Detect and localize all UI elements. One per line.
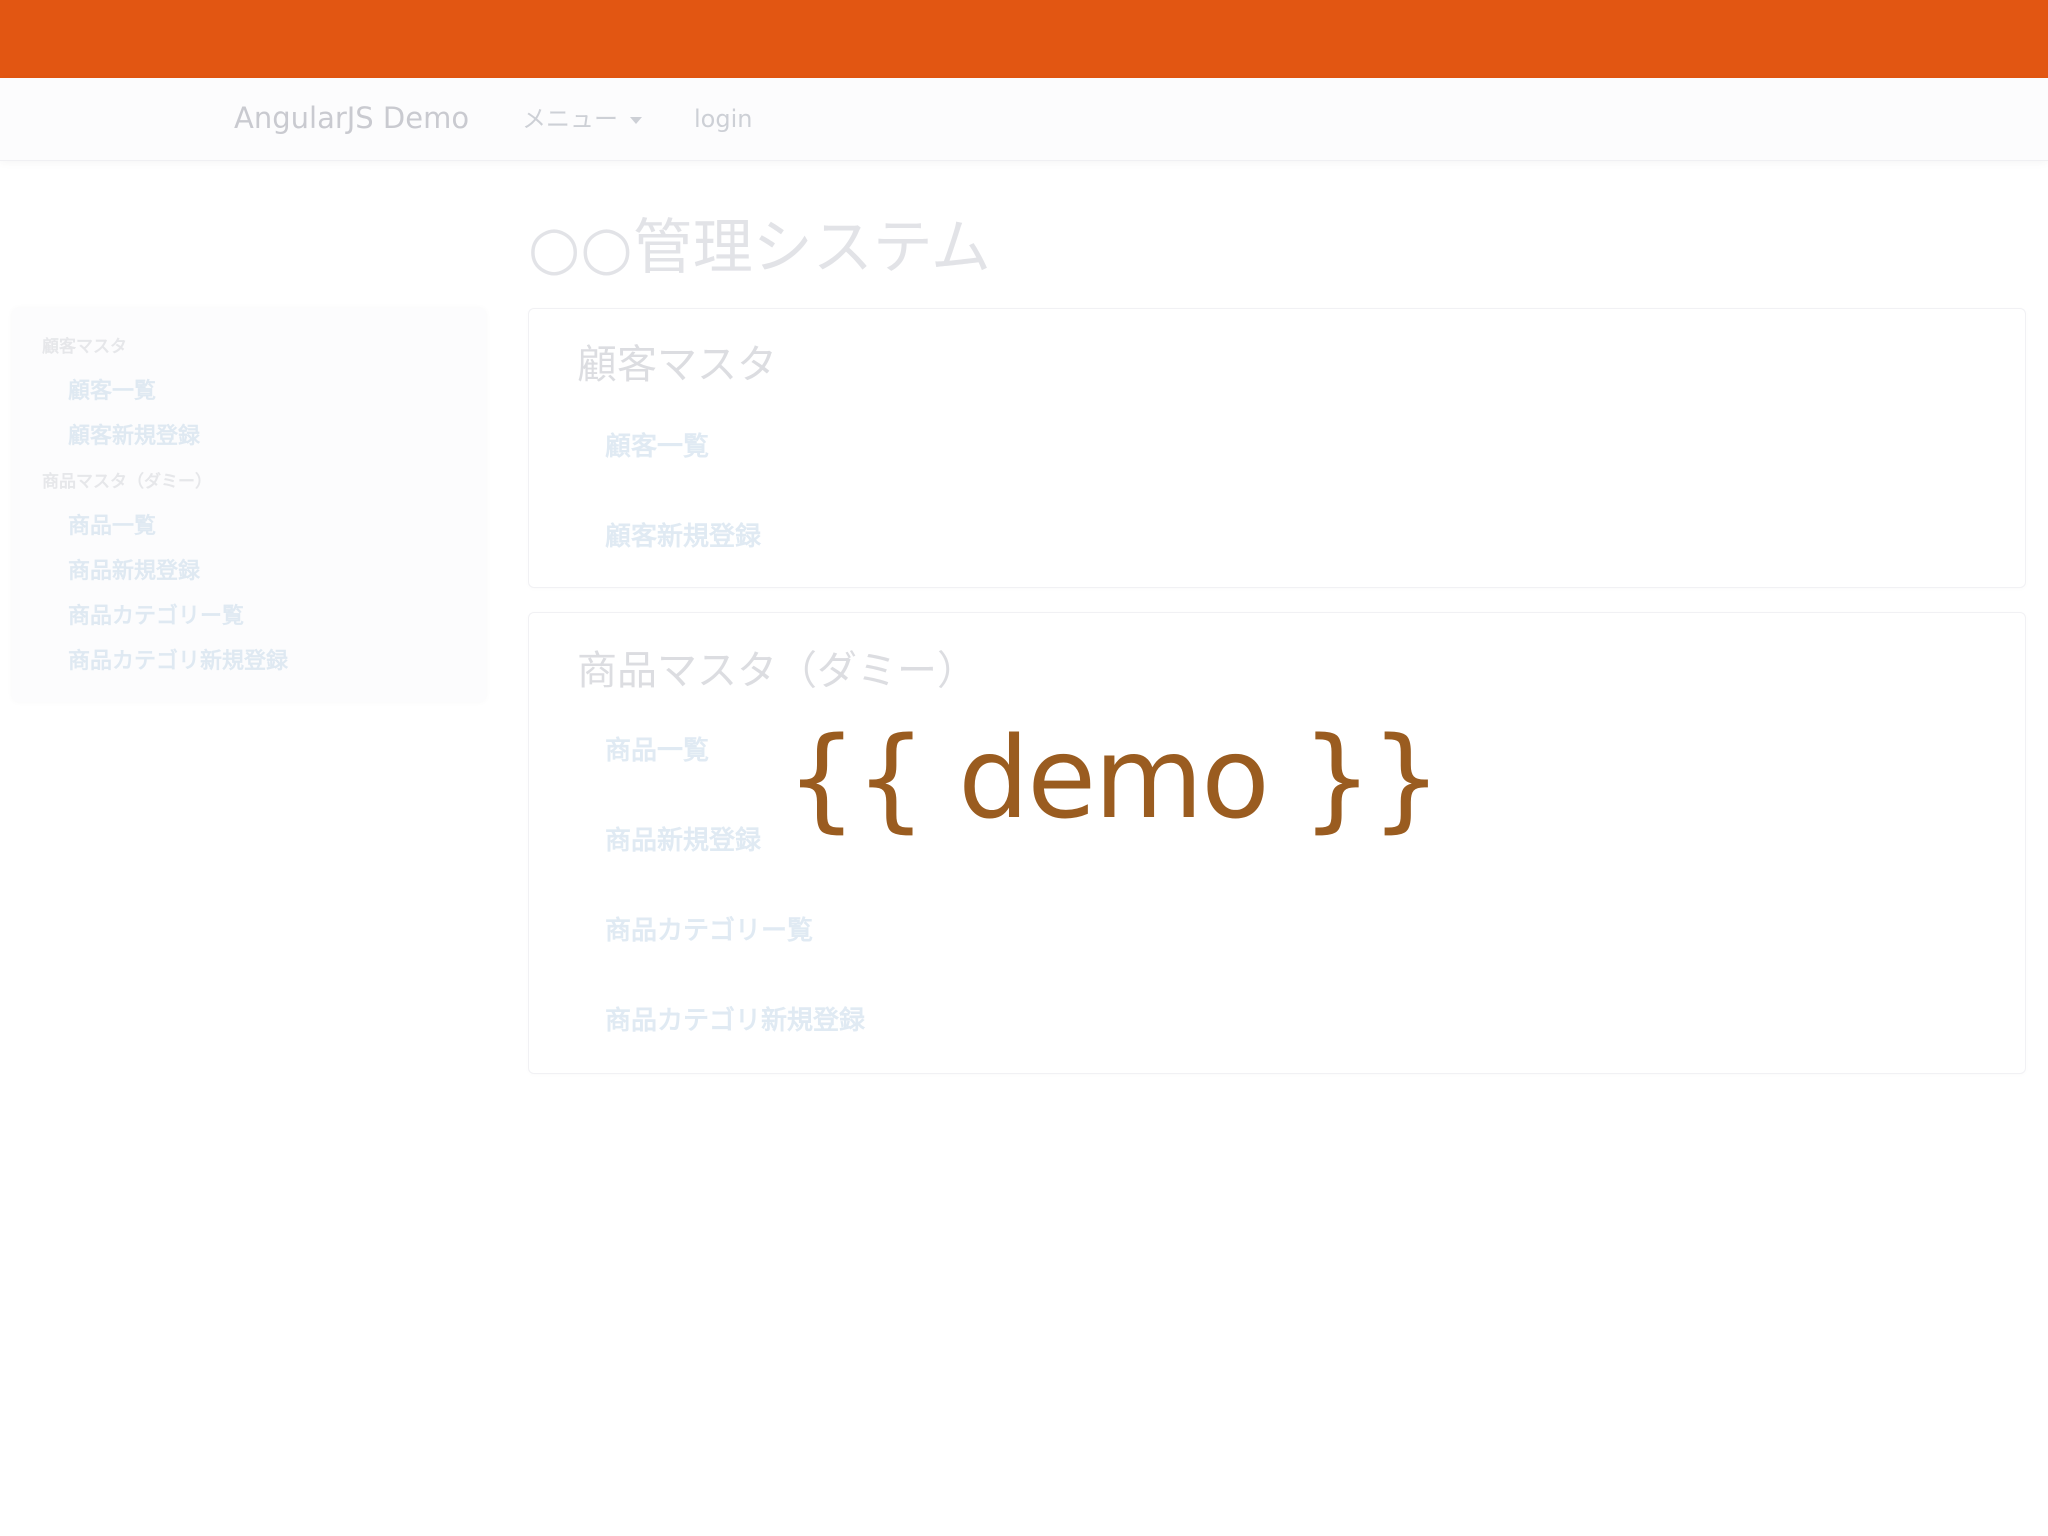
sidebar-header-customer: 顧客マスタ xyxy=(42,337,127,357)
sidebar-item-customer-new[interactable]: 顧客新規登録 xyxy=(68,423,200,451)
panel-link-product-new[interactable]: 商品新規登録 xyxy=(605,825,761,857)
sidebar-item-product-new[interactable]: 商品新規登録 xyxy=(68,558,200,586)
demo-overlay-text: {{ demo }} xyxy=(786,714,1442,844)
page-title: ○○管理システム xyxy=(528,213,991,283)
panel-link-customer-new[interactable]: 顧客新規登録 xyxy=(605,521,761,553)
sidebar: 顧客マスタ 顧客一覧 顧客新規登録 商品マスタ（ダミー） 商品一覧 商品新規登録… xyxy=(12,308,486,702)
panel-link-category-list[interactable]: 商品カテゴリー覧 xyxy=(605,915,813,947)
sidebar-header-product: 商品マスタ（ダミー） xyxy=(42,472,212,492)
navbar: AngularJS Demo メニュー login xyxy=(0,78,2048,161)
navbar-brand[interactable]: AngularJS Demo xyxy=(234,100,469,136)
panel-title-customer: 顧客マスタ xyxy=(577,342,777,388)
sidebar-item-category-new[interactable]: 商品カテゴリ新規登録 xyxy=(68,648,288,676)
top-color-band xyxy=(0,0,2048,78)
panel-title-product: 商品マスタ（ダミー） xyxy=(577,648,977,694)
panel-link-customer-list[interactable]: 顧客一覧 xyxy=(605,431,709,463)
caret-down-icon xyxy=(630,116,642,124)
sidebar-item-category-list[interactable]: 商品カテゴリー覧 xyxy=(68,603,244,631)
panel-link-category-new[interactable]: 商品カテゴリ新規登録 xyxy=(605,1005,865,1037)
nav-menu-dropdown[interactable]: メニュー xyxy=(522,104,642,134)
sidebar-item-product-list[interactable]: 商品一覧 xyxy=(68,513,156,541)
panel-customer: 顧客マスタ 顧客一覧 顧客新規登録 xyxy=(528,308,2026,588)
nav-menu-label: メニュー xyxy=(522,105,618,133)
sidebar-item-customer-list[interactable]: 顧客一覧 xyxy=(68,378,156,406)
panel-link-product-list[interactable]: 商品一覧 xyxy=(605,735,709,767)
nav-login-link[interactable]: login xyxy=(694,104,752,134)
